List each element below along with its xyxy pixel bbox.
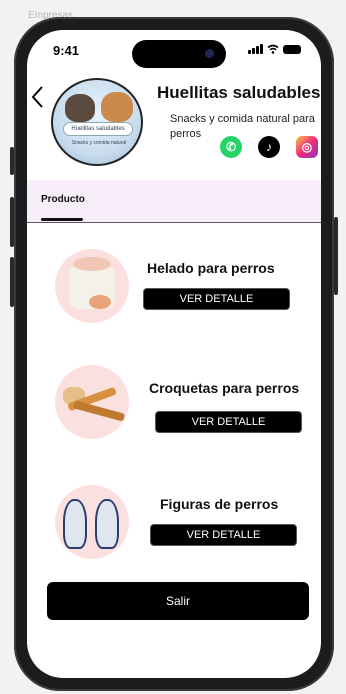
wifi-icon xyxy=(267,44,279,54)
view-detail-button[interactable]: VER DETALLE xyxy=(150,524,297,546)
logo-bone-text: Huellitas saludables xyxy=(63,122,133,136)
dog-illustration xyxy=(101,92,133,122)
product-name: Croquetas para perros xyxy=(149,380,300,396)
cat-illustration xyxy=(65,94,95,122)
product-thumbnail-helado xyxy=(55,249,129,323)
status-time: 9:41 xyxy=(53,43,80,58)
back-button[interactable] xyxy=(30,85,52,111)
phone-frame: 9:41 Huellitas saludables Snacks y comid… xyxy=(10,17,338,691)
whatsapp-icon: ✆ xyxy=(225,140,237,154)
tab-bar: Producto xyxy=(27,180,321,223)
volume-down-button xyxy=(10,257,14,307)
store-logo: Huellitas saludables Snacks y comida nat… xyxy=(51,78,143,166)
signal-icon xyxy=(248,44,263,54)
power-button xyxy=(334,217,338,295)
chevron-left-icon xyxy=(31,86,43,108)
tiktok-button[interactable]: ♪ xyxy=(258,136,280,158)
tiktok-icon: ♪ xyxy=(266,140,272,154)
store-description: Snacks y comida natural para perros xyxy=(170,113,315,140)
view-detail-button[interactable]: VER DETALLE xyxy=(155,411,302,433)
status-icons xyxy=(248,44,301,54)
instagram-icon: ◎ xyxy=(301,140,313,154)
product-item: Croquetas para perros VER DETALLE xyxy=(27,360,321,440)
view-detail-button[interactable]: VER DETALLE xyxy=(143,288,290,310)
volume-up-button xyxy=(10,197,14,247)
app-screen: 9:41 Huellitas saludables Snacks y comid… xyxy=(27,30,321,678)
whatsapp-button[interactable]: ✆ xyxy=(220,136,242,158)
tab-producto[interactable]: Producto xyxy=(41,194,85,205)
logo-subtext: Snacks y comida natural xyxy=(71,140,127,146)
product-item: Helado para perros VER DETALLE xyxy=(27,245,321,325)
product-thumbnail-croquetas xyxy=(55,365,129,439)
battery-icon xyxy=(283,44,301,54)
mute-switch xyxy=(10,147,14,175)
camera-lens xyxy=(205,49,214,58)
product-name: Figuras de perros xyxy=(160,496,279,512)
instagram-button[interactable]: ◎ xyxy=(296,136,318,158)
product-item: Figuras de perros VER DETALLE xyxy=(27,480,321,560)
product-thumbnail-figuras xyxy=(55,485,129,559)
exit-button[interactable]: Salir xyxy=(47,582,309,620)
store-title: Huellitas saludables xyxy=(157,83,321,102)
dynamic-island xyxy=(132,40,226,68)
active-tab-indicator xyxy=(41,218,83,221)
product-name: Helado para perros xyxy=(147,260,275,276)
